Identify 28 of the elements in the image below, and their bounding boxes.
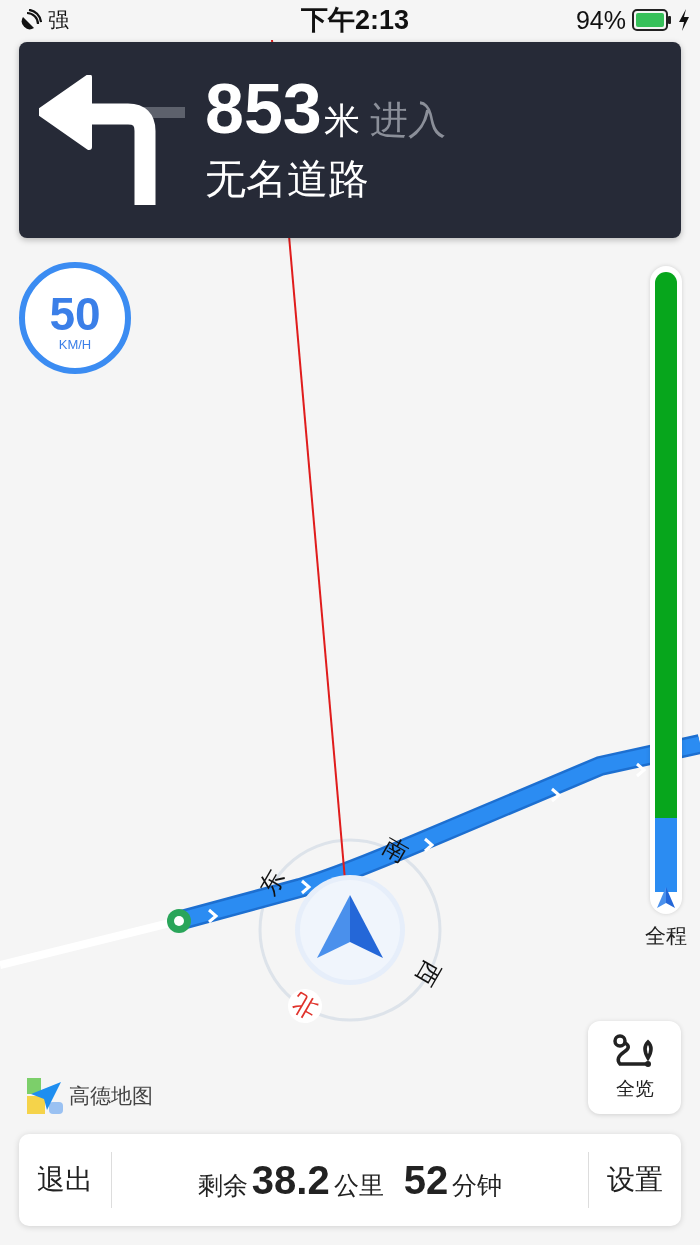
- progress-label: 全程: [645, 923, 687, 949]
- speed-limit-value: 50: [49, 290, 101, 337]
- distance-unit: 米: [323, 98, 360, 143]
- signal-strength: 强: [48, 7, 69, 33]
- road-name: 无名道路: [205, 154, 370, 204]
- speed-unit: KM/H: [58, 336, 92, 352]
- compass-label: 西: [409, 955, 448, 993]
- charging-icon: [678, 9, 690, 31]
- compass-label: 南: [377, 830, 414, 870]
- compass-label: 东: [252, 864, 291, 902]
- signal-icon: [20, 9, 42, 31]
- distance-unit: 公里: [333, 1169, 384, 1201]
- turn-left-icon: [39, 75, 185, 205]
- exit-button[interactable]: 退出: [19, 1134, 111, 1226]
- remaining-distance: 38.2: [251, 1157, 330, 1203]
- time-unit: 分钟: [452, 1169, 503, 1201]
- clock-time: 下午2:13: [300, 4, 409, 37]
- overview-button[interactable]: 全览: [588, 1021, 681, 1114]
- battery-percent: 94%: [575, 5, 626, 35]
- logo-icon: [27, 1078, 63, 1114]
- settings-button[interactable]: 设置: [589, 1134, 681, 1226]
- remaining-time: 52: [403, 1157, 449, 1203]
- battery-icon: [632, 9, 672, 31]
- remaining-label: 剩余: [197, 1169, 248, 1201]
- turn-action: 进入: [369, 97, 446, 143]
- start-marker: [167, 909, 191, 933]
- logo-text: 高德地图: [69, 1083, 153, 1109]
- turn-distance: 853: [205, 73, 322, 144]
